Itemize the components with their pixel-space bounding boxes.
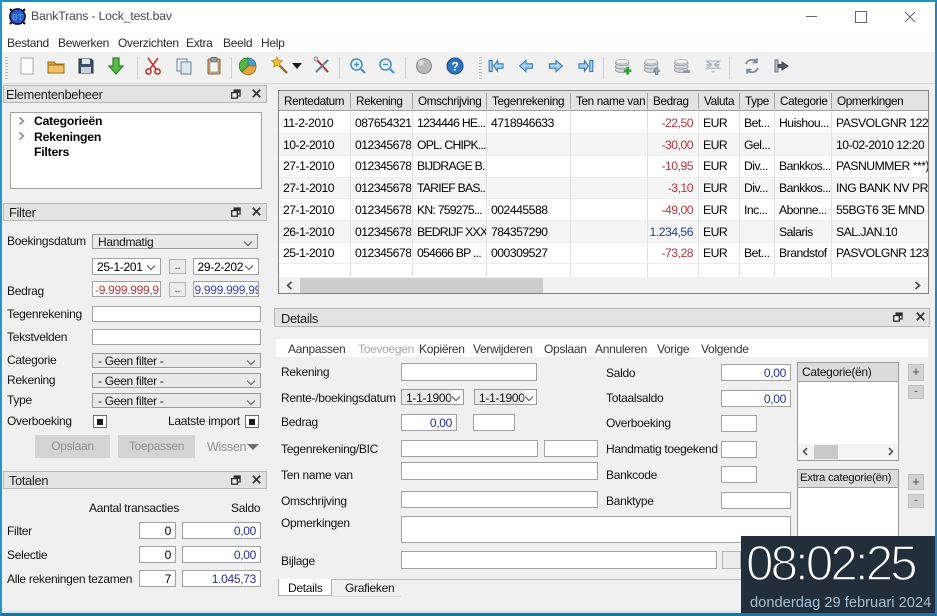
svg-text:BT: BT: [12, 13, 23, 22]
svg-text:?: ?: [451, 60, 458, 74]
